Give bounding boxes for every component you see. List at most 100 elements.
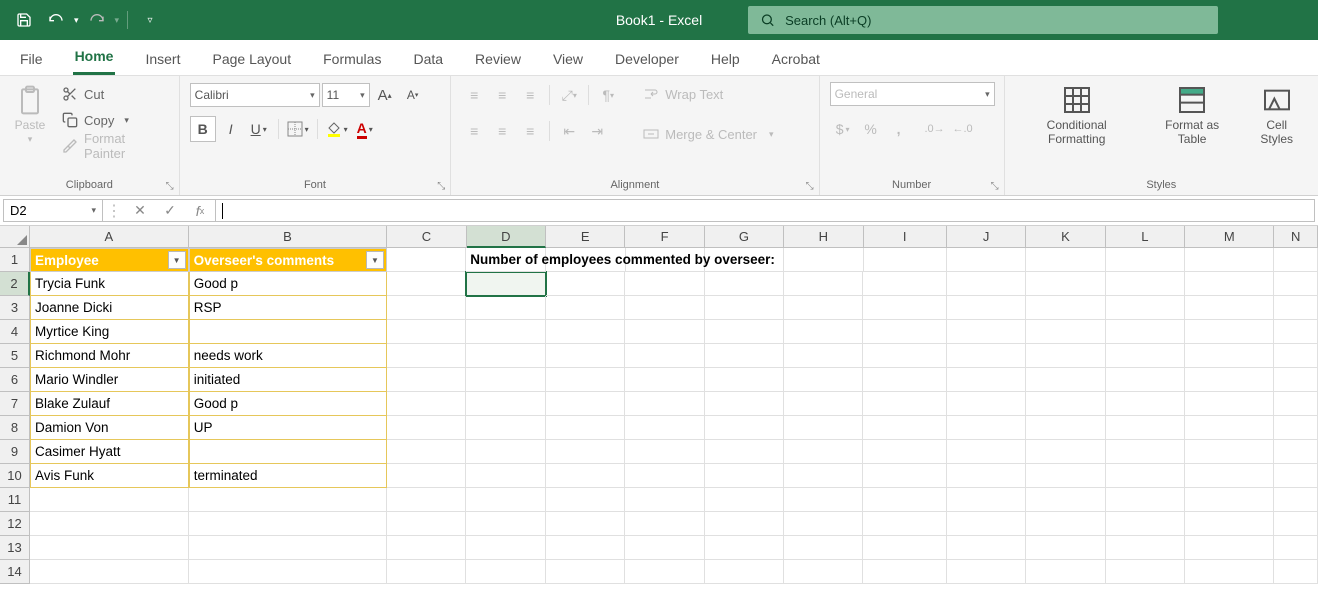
- cell-E2[interactable]: [546, 272, 625, 296]
- customize-qat-button[interactable]: ▿: [136, 6, 164, 34]
- select-all-button[interactable]: [0, 226, 30, 248]
- cell-M6[interactable]: [1185, 368, 1274, 392]
- cell-K10[interactable]: [1026, 464, 1105, 488]
- cell-A13[interactable]: [30, 536, 189, 560]
- row-header-6[interactable]: 6: [0, 368, 30, 392]
- cell-G12[interactable]: [705, 512, 784, 536]
- cell-H14[interactable]: [784, 560, 863, 584]
- italic-button[interactable]: I: [218, 116, 244, 142]
- cell-D9[interactable]: [466, 440, 545, 464]
- cell-C14[interactable]: [387, 560, 466, 584]
- cell-K6[interactable]: [1026, 368, 1105, 392]
- cell-D11[interactable]: [466, 488, 545, 512]
- font-size-combo[interactable]: 11▾: [322, 83, 370, 107]
- cell-E3[interactable]: [546, 296, 625, 320]
- cell-E12[interactable]: [546, 512, 625, 536]
- cell-H1[interactable]: [784, 248, 863, 272]
- tab-review[interactable]: Review: [473, 43, 523, 75]
- row-header-8[interactable]: 8: [0, 416, 30, 440]
- cell-I10[interactable]: [863, 464, 946, 488]
- conditional-formatting-button[interactable]: Conditional Formatting: [1015, 82, 1139, 149]
- align-left-button[interactable]: ≡: [461, 118, 487, 144]
- decrease-font-button[interactable]: A▾: [400, 82, 426, 108]
- cell-H13[interactable]: [784, 536, 863, 560]
- cell-H10[interactable]: [784, 464, 863, 488]
- cell-F2[interactable]: [625, 272, 704, 296]
- cell-G7[interactable]: [705, 392, 784, 416]
- cell-E10[interactable]: [546, 464, 625, 488]
- cell-C12[interactable]: [387, 512, 466, 536]
- cell-B4[interactable]: [189, 320, 387, 344]
- cancel-formula-button[interactable]: ✕: [125, 202, 155, 219]
- cell-M1[interactable]: [1185, 248, 1274, 272]
- cell-G5[interactable]: [705, 344, 784, 368]
- cell-K7[interactable]: [1026, 392, 1105, 416]
- cell-G8[interactable]: [705, 416, 784, 440]
- cell-B6[interactable]: initiated: [189, 368, 387, 392]
- cell-B11[interactable]: [189, 488, 387, 512]
- cell-K5[interactable]: [1026, 344, 1105, 368]
- column-header-G[interactable]: G: [705, 226, 784, 248]
- cell-A7[interactable]: Blake Zulauf: [30, 392, 189, 416]
- tab-acrobat[interactable]: Acrobat: [770, 43, 822, 75]
- alignment-launcher[interactable]: ⤡: [803, 179, 817, 193]
- cell-A11[interactable]: [30, 488, 189, 512]
- cell-E9[interactable]: [546, 440, 625, 464]
- column-header-I[interactable]: I: [864, 226, 947, 248]
- cell-A14[interactable]: [30, 560, 189, 584]
- cell-G9[interactable]: [705, 440, 784, 464]
- tab-formulas[interactable]: Formulas: [321, 43, 383, 75]
- column-header-E[interactable]: E: [546, 226, 625, 248]
- cell-N3[interactable]: [1274, 296, 1318, 320]
- cell-L8[interactable]: [1106, 416, 1185, 440]
- cell-B14[interactable]: [189, 560, 387, 584]
- cell-L13[interactable]: [1106, 536, 1185, 560]
- insert-function-button[interactable]: fx: [185, 203, 215, 219]
- cell-H8[interactable]: [784, 416, 863, 440]
- cell-G2[interactable]: [705, 272, 784, 296]
- cell-K14[interactable]: [1026, 560, 1105, 584]
- cell-E6[interactable]: [546, 368, 625, 392]
- column-header-H[interactable]: H: [784, 226, 863, 248]
- cell-L4[interactable]: [1106, 320, 1185, 344]
- cell-G11[interactable]: [705, 488, 784, 512]
- cell-A8[interactable]: Damion Von: [30, 416, 189, 440]
- formula-input[interactable]: [216, 199, 1315, 222]
- cell-N2[interactable]: [1274, 272, 1318, 296]
- column-header-D[interactable]: D: [467, 226, 546, 248]
- cell-I7[interactable]: [863, 392, 946, 416]
- column-header-B[interactable]: B: [189, 226, 387, 248]
- cell-J13[interactable]: [947, 536, 1026, 560]
- cell-C7[interactable]: [387, 392, 466, 416]
- tab-view[interactable]: View: [551, 43, 585, 75]
- cell-I2[interactable]: [863, 272, 946, 296]
- cell-C2[interactable]: [387, 272, 466, 296]
- wrap-text-button[interactable]: Wrap Text: [639, 82, 777, 106]
- cell-L9[interactable]: [1106, 440, 1185, 464]
- cell-N9[interactable]: [1274, 440, 1318, 464]
- cell-A5[interactable]: Richmond Mohr: [30, 344, 189, 368]
- cell-A3[interactable]: Joanne Dicki: [30, 296, 189, 320]
- cell-H7[interactable]: [784, 392, 863, 416]
- column-header-M[interactable]: M: [1185, 226, 1274, 248]
- cell-B2[interactable]: Good p: [189, 272, 387, 296]
- filter-button-A[interactable]: ▼: [168, 251, 186, 269]
- row-header-9[interactable]: 9: [0, 440, 30, 464]
- spreadsheet-grid[interactable]: ABCDEFGHIJKLMN 1234567891011121314 Emplo…: [0, 226, 1318, 612]
- cell-F14[interactable]: [625, 560, 704, 584]
- cell-L3[interactable]: [1106, 296, 1185, 320]
- cell-N4[interactable]: [1274, 320, 1318, 344]
- row-header-12[interactable]: 12: [0, 512, 30, 536]
- cell-H6[interactable]: [784, 368, 863, 392]
- cell-J11[interactable]: [947, 488, 1026, 512]
- cell-L12[interactable]: [1106, 512, 1185, 536]
- search-box[interactable]: [748, 6, 1218, 34]
- cell-N1[interactable]: [1274, 248, 1318, 272]
- cells-area[interactable]: Employee▼Overseer's comments▼Number of e…: [30, 248, 1318, 584]
- cell-F8[interactable]: [625, 416, 704, 440]
- cell-J10[interactable]: [947, 464, 1026, 488]
- align-top-button[interactable]: ≡: [461, 82, 487, 108]
- cell-G10[interactable]: [705, 464, 784, 488]
- cell-F5[interactable]: [625, 344, 704, 368]
- cell-N5[interactable]: [1274, 344, 1318, 368]
